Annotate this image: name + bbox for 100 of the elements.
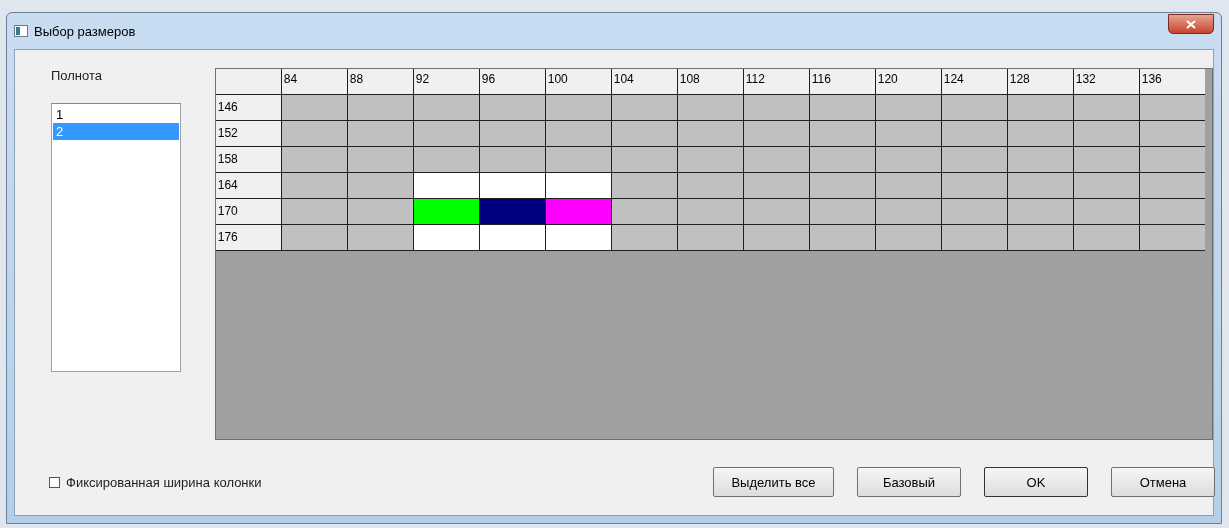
grid-cell[interactable]	[413, 225, 479, 250]
grid-cell[interactable]	[611, 199, 677, 224]
grid-cell[interactable]	[677, 225, 743, 250]
grid-cell[interactable]	[677, 121, 743, 146]
grid-cell[interactable]	[479, 199, 545, 224]
grid-cell[interactable]	[281, 173, 347, 198]
grid-cell[interactable]	[809, 199, 875, 224]
row-header: 152	[215, 121, 281, 146]
grid-cell[interactable]	[1139, 225, 1205, 250]
grid-cell[interactable]	[1007, 95, 1073, 120]
column-header: 96	[479, 69, 545, 94]
grid-cell[interactable]	[1073, 95, 1139, 120]
grid-cell[interactable]	[479, 173, 545, 198]
grid-cell[interactable]	[545, 199, 611, 224]
grid-cell[interactable]	[347, 121, 413, 146]
column-header: 124	[941, 69, 1007, 94]
grid-cell[interactable]	[611, 173, 677, 198]
window-title: Выбор размеров	[34, 23, 137, 39]
grid-cell[interactable]	[1073, 199, 1139, 224]
grid-cell[interactable]	[479, 147, 545, 172]
grid-cell[interactable]	[941, 199, 1007, 224]
grid-cell[interactable]	[941, 147, 1007, 172]
grid-cell[interactable]	[743, 173, 809, 198]
grid-cell[interactable]	[545, 121, 611, 146]
grid-cell[interactable]	[875, 147, 941, 172]
grid-cell[interactable]	[611, 121, 677, 146]
grid-cell[interactable]	[545, 147, 611, 172]
grid-cell[interactable]	[809, 225, 875, 250]
column-header: 136	[1139, 69, 1205, 94]
grid-cell[interactable]	[479, 121, 545, 146]
grid-cell[interactable]	[347, 173, 413, 198]
grid-cell[interactable]	[281, 95, 347, 120]
grid-cell[interactable]	[281, 121, 347, 146]
grid-cell[interactable]	[347, 147, 413, 172]
grid-cell[interactable]	[809, 95, 875, 120]
grid-cell[interactable]	[347, 225, 413, 250]
grid-cell[interactable]	[1007, 225, 1073, 250]
column-header: 84	[281, 69, 347, 94]
grid-cell[interactable]	[743, 121, 809, 146]
dialog-button[interactable]: Отмена	[1111, 467, 1215, 497]
grid-cell[interactable]	[677, 147, 743, 172]
grid-cell[interactable]	[809, 147, 875, 172]
grid-cell[interactable]	[281, 147, 347, 172]
grid-cell[interactable]	[941, 225, 1007, 250]
grid-cell[interactable]	[875, 199, 941, 224]
close-button[interactable]	[1168, 14, 1214, 34]
grid-cell[interactable]	[1139, 95, 1205, 120]
grid-cell[interactable]	[809, 121, 875, 146]
grid-cell[interactable]	[1139, 199, 1205, 224]
dialog-button[interactable]: OK	[984, 467, 1088, 497]
grid-cell[interactable]	[743, 95, 809, 120]
grid-cell[interactable]	[1073, 173, 1139, 198]
dialog-button[interactable]: Выделить все	[713, 467, 834, 497]
grid-cell[interactable]	[875, 225, 941, 250]
column-header: 88	[347, 69, 413, 94]
grid-cell[interactable]	[743, 147, 809, 172]
list-item[interactable]: 1	[53, 106, 179, 123]
grid-cell[interactable]	[1073, 225, 1139, 250]
grid-cell[interactable]	[611, 225, 677, 250]
grid-cell[interactable]	[545, 225, 611, 250]
grid-cell[interactable]	[1139, 147, 1205, 172]
grid-cell[interactable]	[941, 173, 1007, 198]
grid-cell[interactable]	[1139, 173, 1205, 198]
grid-cell[interactable]	[677, 199, 743, 224]
grid-cell[interactable]	[347, 95, 413, 120]
grid-cell[interactable]	[479, 95, 545, 120]
grid-cell[interactable]	[875, 95, 941, 120]
grid-cell[interactable]	[1007, 121, 1073, 146]
row-header: 170	[215, 199, 281, 224]
grid-cell[interactable]	[347, 199, 413, 224]
grid-cell[interactable]	[413, 95, 479, 120]
grid-cell[interactable]	[413, 121, 479, 146]
dialog-button[interactable]: Базовый	[857, 467, 961, 497]
checkbox[interactable]	[49, 476, 60, 488]
grid-cell[interactable]	[677, 95, 743, 120]
grid-cell[interactable]	[611, 147, 677, 172]
grid-cell[interactable]	[1139, 121, 1205, 146]
grid-cell[interactable]	[1007, 173, 1073, 198]
grid-cell[interactable]	[413, 199, 479, 224]
grid-cell[interactable]	[677, 173, 743, 198]
grid-cell[interactable]	[479, 225, 545, 250]
grid-cell[interactable]	[281, 199, 347, 224]
grid-cell[interactable]	[875, 121, 941, 146]
grid-cell[interactable]	[875, 173, 941, 198]
grid-cell[interactable]	[545, 173, 611, 198]
grid-cell[interactable]	[743, 199, 809, 224]
grid-cell[interactable]	[809, 173, 875, 198]
grid-cell[interactable]	[281, 225, 347, 250]
grid-cell[interactable]	[545, 95, 611, 120]
grid-cell[interactable]	[413, 173, 479, 198]
grid-cell[interactable]	[1007, 147, 1073, 172]
grid-cell[interactable]	[1073, 147, 1139, 172]
grid-cell[interactable]	[1073, 121, 1139, 146]
grid-cell[interactable]	[743, 225, 809, 250]
row-header: 146	[215, 95, 281, 120]
grid-cell[interactable]	[611, 95, 677, 120]
grid-cell[interactable]	[1007, 199, 1073, 224]
grid-cell[interactable]	[413, 147, 479, 172]
grid-cell[interactable]	[941, 121, 1007, 146]
grid-cell[interactable]	[941, 95, 1007, 120]
